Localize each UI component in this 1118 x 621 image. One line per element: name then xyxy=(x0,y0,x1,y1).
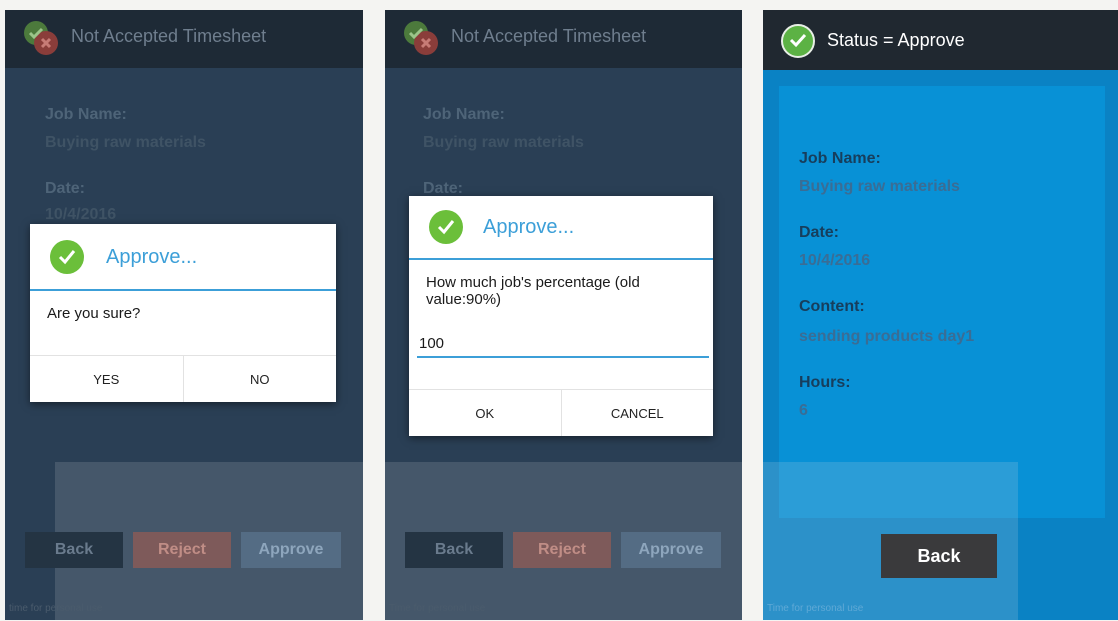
app-bar: Status = Approve xyxy=(763,10,1118,70)
reject-button[interactable]: Reject xyxy=(133,532,231,568)
ok-button[interactable]: OK xyxy=(409,390,561,436)
content-value: sending products day1 xyxy=(799,328,975,345)
page-title: Not Accepted Timesheet xyxy=(71,26,267,46)
percentage-input[interactable]: 100 xyxy=(417,332,709,358)
footer-text: Time for personal use xyxy=(767,603,864,614)
approve-button[interactable]: Approve xyxy=(621,532,721,568)
app-bar: Not Accepted Timesheet xyxy=(385,10,742,68)
back-button[interactable]: Back xyxy=(881,534,997,578)
job-name-value: Buying raw materials xyxy=(423,134,584,151)
content-label: Content: xyxy=(799,298,865,315)
no-button[interactable]: NO xyxy=(182,356,337,402)
job-name-value: Buying raw materials xyxy=(45,134,206,151)
footer-text: time for personal use xyxy=(9,603,103,614)
dialog-title: Approve... xyxy=(106,246,198,268)
hours-value: 6 xyxy=(799,402,808,419)
screen-status-approve: Status = Approve Job Name: Buying raw ma… xyxy=(763,10,1118,620)
confirm-dialog: Approve... Are you sure? YES NO xyxy=(30,224,336,402)
date-value: 10/4/2016 xyxy=(799,252,871,269)
screen-not-accepted-confirm: Not Accepted Timesheet Job Name: Buying … xyxy=(5,10,363,620)
check-icon xyxy=(50,240,84,274)
dialog-button-row: OK CANCEL xyxy=(409,389,713,436)
footer-text: Time for personal use xyxy=(389,603,486,614)
hours-label: Hours: xyxy=(799,374,851,391)
approve-button[interactable]: Approve xyxy=(241,532,341,568)
percentage-input-value: 100 xyxy=(419,335,445,352)
cancel-button[interactable]: CANCEL xyxy=(560,390,714,436)
dialog-button-row: YES NO xyxy=(30,355,336,402)
back-button[interactable]: Back xyxy=(405,532,503,568)
dialog-divider xyxy=(409,258,713,260)
back-button[interactable]: Back xyxy=(25,532,123,568)
date-value: 10/4/2016 xyxy=(45,206,117,223)
check-icon xyxy=(429,210,463,244)
dialog-title: Approve... xyxy=(483,216,575,238)
screen-not-accepted-percentage: Not Accepted Timesheet Job Name: Buying … xyxy=(385,10,742,620)
app-logo-icon xyxy=(404,21,438,55)
date-label: Date: xyxy=(45,180,86,197)
yes-button[interactable]: YES xyxy=(30,356,183,402)
app-logo-icon xyxy=(24,21,58,55)
check-icon xyxy=(781,24,815,58)
dialog-message: How much job's percentage (old value:90%… xyxy=(426,274,640,308)
dialog-message: Are you sure? xyxy=(47,305,141,322)
app-bar: Not Accepted Timesheet xyxy=(5,10,363,68)
job-name-label: Job Name: xyxy=(423,106,505,123)
job-name-label: Job Name: xyxy=(45,106,127,123)
job-name-value: Buying raw materials xyxy=(799,178,960,195)
page-title: Not Accepted Timesheet xyxy=(451,26,647,46)
reject-button[interactable]: Reject xyxy=(513,532,611,568)
percentage-dialog: Approve... How much job's percentage (ol… xyxy=(409,196,713,436)
page-title: Status = Approve xyxy=(827,30,965,50)
date-label: Date: xyxy=(799,224,840,241)
job-name-label: Job Name: xyxy=(799,150,881,167)
dialog-divider xyxy=(30,289,336,291)
